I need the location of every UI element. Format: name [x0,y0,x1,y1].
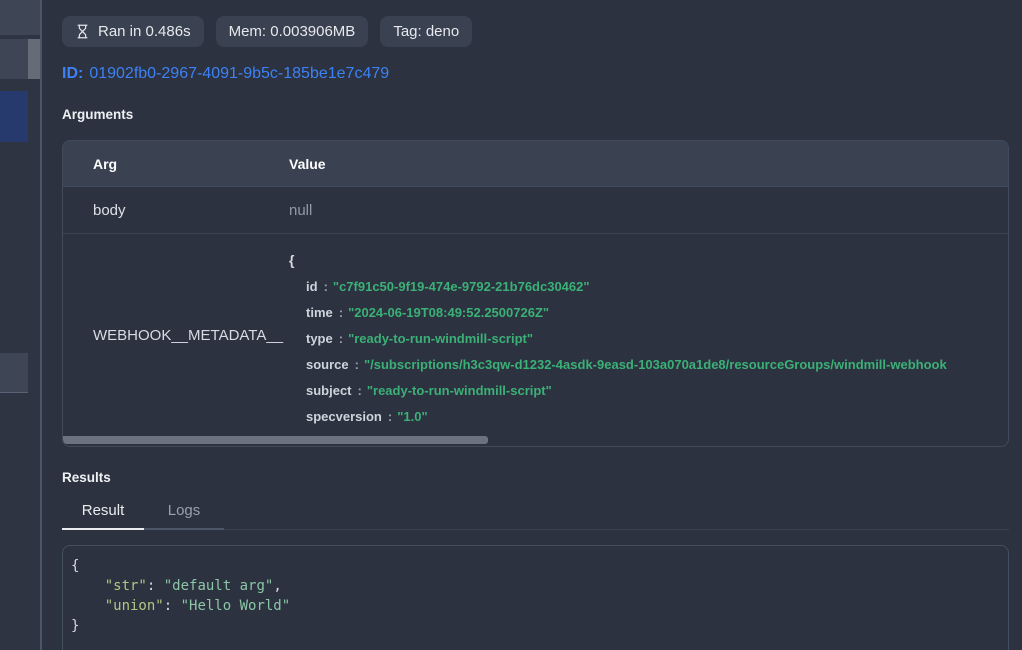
strip-top-block [0,0,40,35]
tag-badge: Tag: deno [380,16,472,47]
code-close-brace: } [71,616,1000,636]
horizontal-scrollbar[interactable] [63,436,1008,446]
tab-result[interactable]: Result [62,497,144,530]
tab-logs[interactable]: Logs [144,497,224,530]
scrollbar-thumb[interactable] [63,436,488,444]
arg-name-body: body [63,202,289,219]
arg-value-body: null [289,202,1008,219]
json-entry-type: type:"ready-to-run-windmill-script" [289,326,1008,352]
results-tab-bar: Result Logs [62,497,1009,530]
value-column-header: Value [289,156,1008,172]
arg-column-header: Arg [63,156,289,172]
memory-badge-label: Mem: 0.003906MB [229,21,356,42]
json-entry-source: source:"/subscriptions/h3c3qw-d1232-4asd… [289,352,1008,378]
result-code-block: { "str": "default arg", "union": "Hello … [62,545,1009,650]
json-entry-specversion: specversion:"1.0" [289,404,1008,430]
underlying-page-strip [0,0,42,650]
code-open-brace: { [71,556,1000,576]
job-id-value[interactable]: 01902fb0-2967-4091-9b5c-185be1e7c479 [89,65,389,82]
arguments-section-title: Arguments [62,106,1009,124]
arg-name-webhook-metadata: WEBHOOK__METADATA__ [63,234,289,436]
table-row: body null [63,187,1008,234]
strip-upper-block [0,39,28,79]
json-open-brace: { [289,247,1008,274]
table-row: WEBHOOK__METADATA__ { id:"c7f91c50-9f19-… [63,234,1008,436]
strip-lower-block [0,353,28,393]
tag-badge-label: Tag: deno [393,21,459,42]
runtime-badge-label: Ran in 0.486s [98,21,191,42]
arguments-table-header: Arg Value [63,141,1008,187]
job-id-label: ID: [62,65,83,82]
arguments-table: Arg Value body null WEBHOOK__METADATA__ … [62,140,1009,447]
json-entry-time: time:"2024-06-19T08:49:52.2500726Z" [289,300,1008,326]
code-entry-union: "union": "Hello World" [71,596,1000,616]
results-section-title: Results [62,469,1009,487]
job-id-line: ID: 01902fb0-2967-4091-9b5c-185be1e7c479 [62,63,1009,84]
job-run-detail-screen: Ran in 0.486s Mem: 0.003906MB Tag: deno … [0,0,1022,650]
strip-scrollbar-thumb[interactable] [28,39,40,79]
strip-selected-block [0,91,28,142]
code-entry-str: "str": "default arg", [71,576,1000,596]
memory-badge: Mem: 0.003906MB [216,16,369,47]
job-detail-panel: Ran in 0.486s Mem: 0.003906MB Tag: deno … [42,0,1022,650]
webhook-metadata-json: { id:"c7f91c50-9f19-474e-9792-21b76dc304… [289,234,1008,436]
json-entry-subject: subject:"ready-to-run-windmill-script" [289,378,1008,404]
runtime-badge: Ran in 0.486s [62,16,204,47]
job-stat-badges: Ran in 0.486s Mem: 0.003906MB Tag: deno [62,16,1009,47]
hourglass-icon [75,24,90,39]
json-entry-id: id:"c7f91c50-9f19-474e-9792-21b76dc30462… [289,274,1008,300]
